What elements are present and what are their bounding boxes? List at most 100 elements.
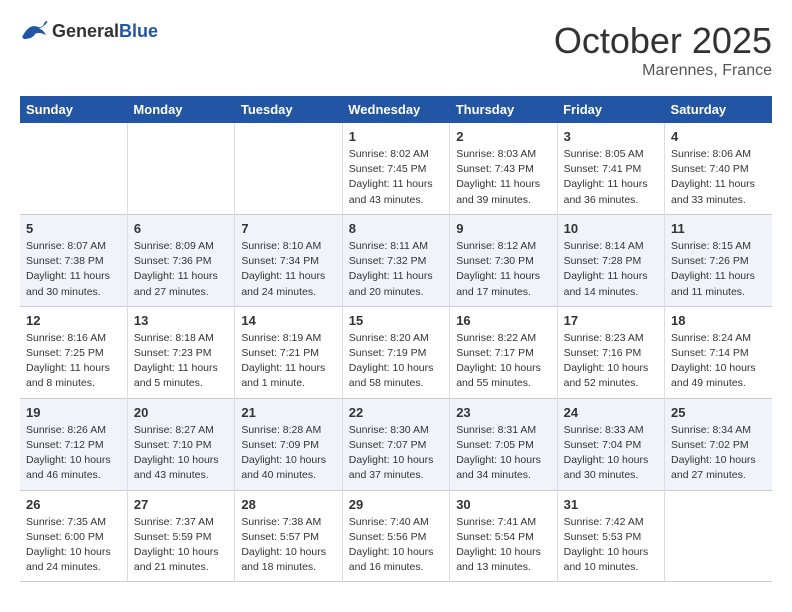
day-number: 3	[564, 129, 658, 144]
calendar-cell: 25Sunrise: 8:34 AM Sunset: 7:02 PM Dayli…	[665, 398, 772, 490]
calendar-cell: 10 Sunrise: 8:14 AM Sunset: 7:28 PM Dayli…	[557, 214, 664, 306]
cell-sun-info: Sunrise: 8:06 AM Sunset: 7:40 PM Dayligh…	[671, 147, 766, 208]
day-number: 20	[134, 405, 228, 420]
cell-sun-info: Sunrise: 8:14 AM Sunset: 7:28 PM Dayligh…	[564, 239, 658, 300]
calendar-cell	[235, 123, 342, 214]
cell-sun-info: Sunrise: 8:19 AM Sunset: 7:21 PM Dayligh…	[241, 331, 335, 392]
day-number: 1	[349, 129, 443, 144]
cell-sun-info: Sunrise: 8:11 AM Sunset: 7:32 PM Dayligh…	[349, 239, 443, 300]
cell-sun-info: Sunrise: 8:31 AM Sunset: 7:05 PM Dayligh…	[456, 423, 550, 484]
cell-sun-info: Sunrise: 7:40 AM Sunset: 5:56 PM Dayligh…	[349, 515, 443, 576]
day-number: 7	[241, 221, 335, 236]
calendar-cell: 4 Sunrise: 8:06 AM Sunset: 7:40 PM Daylig…	[665, 123, 772, 214]
logo-general-text: General	[52, 21, 119, 41]
day-number: 5	[26, 221, 121, 236]
calendar-table: SundayMondayTuesdayWednesdayThursdayFrid…	[20, 96, 772, 582]
month-title: October 2025	[554, 20, 772, 62]
day-number: 2	[456, 129, 550, 144]
calendar-cell: 16Sunrise: 8:22 AM Sunset: 7:17 PM Dayli…	[450, 306, 557, 398]
calendar-cell: 19Sunrise: 8:26 AM Sunset: 7:12 PM Dayli…	[20, 398, 127, 490]
cell-sun-info: Sunrise: 8:30 AM Sunset: 7:07 PM Dayligh…	[349, 423, 443, 484]
calendar-cell	[127, 123, 234, 214]
calendar-week-row: 5Sunrise: 8:07 AM Sunset: 7:38 PM Daylig…	[20, 214, 772, 306]
cell-sun-info: Sunrise: 8:09 AM Sunset: 7:36 PM Dayligh…	[134, 239, 228, 300]
day-number: 6	[134, 221, 228, 236]
day-number: 30	[456, 497, 550, 512]
cell-sun-info: Sunrise: 8:05 AM Sunset: 7:41 PM Dayligh…	[564, 147, 658, 208]
page-header: GeneralBlue October 2025 Marennes, Franc…	[20, 20, 772, 80]
column-header-monday: Monday	[127, 96, 234, 123]
calendar-cell	[20, 123, 127, 214]
cell-sun-info: Sunrise: 7:37 AM Sunset: 5:59 PM Dayligh…	[134, 515, 228, 576]
logo-icon	[20, 20, 48, 42]
calendar-cell: 23 Sunrise: 8:31 AM Sunset: 7:05 PM Dayli…	[450, 398, 557, 490]
calendar-week-row: 1 Sunrise: 8:02 AM Sunset: 7:45 PM Daylig…	[20, 123, 772, 214]
logo-blue-text: Blue	[119, 21, 158, 41]
day-number: 15	[349, 313, 443, 328]
day-number: 28	[241, 497, 335, 512]
cell-sun-info: Sunrise: 7:42 AM Sunset: 5:53 PM Dayligh…	[564, 515, 658, 576]
calendar-cell: 13 Sunrise: 8:18 AM Sunset: 7:23 PM Dayli…	[127, 306, 234, 398]
day-number: 17	[564, 313, 658, 328]
calendar-cell: 30 Sunrise: 7:41 AM Sunset: 5:54 PM Dayli…	[450, 490, 557, 582]
day-number: 13	[134, 313, 228, 328]
calendar-cell: 12 Sunrise: 8:16 AM Sunset: 7:25 PM Dayli…	[20, 306, 127, 398]
day-number: 23	[456, 405, 550, 420]
cell-sun-info: Sunrise: 8:20 AM Sunset: 7:19 PM Dayligh…	[349, 331, 443, 392]
cell-sun-info: Sunrise: 8:24 AM Sunset: 7:14 PM Dayligh…	[671, 331, 766, 392]
day-number: 14	[241, 313, 335, 328]
cell-sun-info: Sunrise: 8:27 AM Sunset: 7:10 PM Dayligh…	[134, 423, 228, 484]
cell-sun-info: Sunrise: 8:16 AM Sunset: 7:25 PM Dayligh…	[26, 331, 121, 392]
day-number: 26	[26, 497, 121, 512]
cell-sun-info: Sunrise: 8:18 AM Sunset: 7:23 PM Dayligh…	[134, 331, 228, 392]
logo: GeneralBlue	[20, 20, 158, 42]
column-header-wednesday: Wednesday	[342, 96, 449, 123]
cell-sun-info: Sunrise: 8:34 AM Sunset: 7:02 PM Dayligh…	[671, 423, 766, 484]
calendar-cell: 5Sunrise: 8:07 AM Sunset: 7:38 PM Daylig…	[20, 214, 127, 306]
calendar-header-row: SundayMondayTuesdayWednesdayThursdayFrid…	[20, 96, 772, 123]
calendar-cell: 28 Sunrise: 7:38 AM Sunset: 5:57 PM Dayli…	[235, 490, 342, 582]
cell-sun-info: Sunrise: 8:03 AM Sunset: 7:43 PM Dayligh…	[456, 147, 550, 208]
day-number: 18	[671, 313, 766, 328]
day-number: 22	[349, 405, 443, 420]
calendar-cell: 7Sunrise: 8:10 AM Sunset: 7:34 PM Daylig…	[235, 214, 342, 306]
calendar-cell: 8Sunrise: 8:11 AM Sunset: 7:32 PM Daylig…	[342, 214, 449, 306]
calendar-cell: 20 Sunrise: 8:27 AM Sunset: 7:10 PM Dayli…	[127, 398, 234, 490]
cell-sun-info: Sunrise: 8:22 AM Sunset: 7:17 PM Dayligh…	[456, 331, 550, 392]
cell-sun-info: Sunrise: 8:26 AM Sunset: 7:12 PM Dayligh…	[26, 423, 121, 484]
column-header-sunday: Sunday	[20, 96, 127, 123]
day-number: 4	[671, 129, 766, 144]
day-number: 10	[564, 221, 658, 236]
day-number: 24	[564, 405, 658, 420]
cell-sun-info: Sunrise: 8:02 AM Sunset: 7:45 PM Dayligh…	[349, 147, 443, 208]
day-number: 11	[671, 221, 766, 236]
calendar-cell: 6 Sunrise: 8:09 AM Sunset: 7:36 PM Daylig…	[127, 214, 234, 306]
calendar-cell: 24 Sunrise: 8:33 AM Sunset: 7:04 PM Dayli…	[557, 398, 664, 490]
cell-sun-info: Sunrise: 7:38 AM Sunset: 5:57 PM Dayligh…	[241, 515, 335, 576]
day-number: 31	[564, 497, 658, 512]
column-header-friday: Friday	[557, 96, 664, 123]
calendar-cell: 2 Sunrise: 8:03 AM Sunset: 7:43 PM Daylig…	[450, 123, 557, 214]
calendar-cell: 9Sunrise: 8:12 AM Sunset: 7:30 PM Daylig…	[450, 214, 557, 306]
calendar-cell: 21Sunrise: 8:28 AM Sunset: 7:09 PM Dayli…	[235, 398, 342, 490]
calendar-cell: 26 Sunrise: 7:35 AM Sunset: 6:00 PM Dayli…	[20, 490, 127, 582]
calendar-cell: 29Sunrise: 7:40 AM Sunset: 5:56 PM Dayli…	[342, 490, 449, 582]
calendar-cell	[665, 490, 772, 582]
calendar-cell: 15 Sunrise: 8:20 AM Sunset: 7:19 PM Dayli…	[342, 306, 449, 398]
calendar-week-row: 26 Sunrise: 7:35 AM Sunset: 6:00 PM Dayli…	[20, 490, 772, 582]
column-header-thursday: Thursday	[450, 96, 557, 123]
calendar-cell: 3 Sunrise: 8:05 AM Sunset: 7:41 PM Daylig…	[557, 123, 664, 214]
column-header-saturday: Saturday	[665, 96, 772, 123]
calendar-week-row: 19Sunrise: 8:26 AM Sunset: 7:12 PM Dayli…	[20, 398, 772, 490]
calendar-cell: 1 Sunrise: 8:02 AM Sunset: 7:45 PM Daylig…	[342, 123, 449, 214]
column-header-tuesday: Tuesday	[235, 96, 342, 123]
calendar-cell: 22 Sunrise: 8:30 AM Sunset: 7:07 PM Dayli…	[342, 398, 449, 490]
calendar-cell: 14 Sunrise: 8:19 AM Sunset: 7:21 PM Dayli…	[235, 306, 342, 398]
cell-sun-info: Sunrise: 8:12 AM Sunset: 7:30 PM Dayligh…	[456, 239, 550, 300]
day-number: 12	[26, 313, 121, 328]
cell-sun-info: Sunrise: 8:23 AM Sunset: 7:16 PM Dayligh…	[564, 331, 658, 392]
cell-sun-info: Sunrise: 8:33 AM Sunset: 7:04 PM Dayligh…	[564, 423, 658, 484]
calendar-cell: 17 Sunrise: 8:23 AM Sunset: 7:16 PM Dayli…	[557, 306, 664, 398]
cell-sun-info: Sunrise: 7:35 AM Sunset: 6:00 PM Dayligh…	[26, 515, 121, 576]
cell-sun-info: Sunrise: 7:41 AM Sunset: 5:54 PM Dayligh…	[456, 515, 550, 576]
